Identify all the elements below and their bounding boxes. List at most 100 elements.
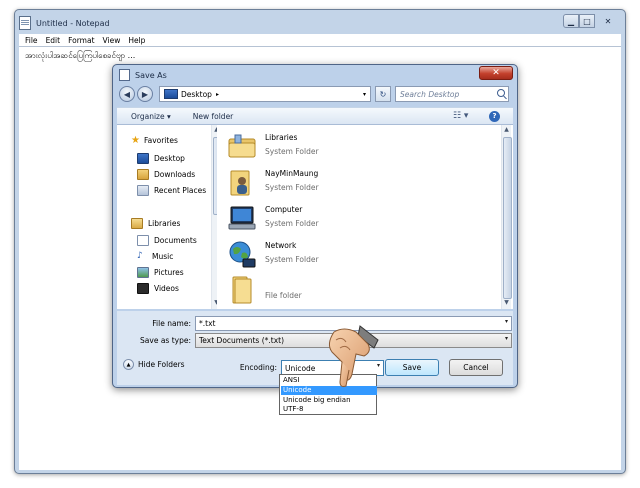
encoding-label: Encoding:: [239, 363, 277, 372]
menu-file[interactable]: File: [25, 36, 38, 45]
close-button[interactable]: ✕: [595, 14, 621, 28]
back-arrow-icon: ◀: [123, 89, 131, 99]
nav-favorites[interactable]: ★ Favorites: [131, 135, 178, 146]
address-row: ◀ ▶ Desktop ▸ ▾ ↻ Search Desktop: [117, 85, 513, 105]
folder-icon: [232, 276, 252, 304]
maximize-button[interactable]: □: [579, 14, 595, 28]
encoding-option-unicode-big-endian[interactable]: Unicode big endian: [281, 396, 377, 405]
address-bar[interactable]: Desktop ▸ ▾: [159, 86, 371, 102]
menu-help[interactable]: Help: [128, 36, 145, 45]
navigation-pane: ★ Favorites Desktop Downloads Recent Pla…: [117, 125, 222, 309]
save-button[interactable]: Save: [385, 359, 439, 376]
file-name-label: File name:: [152, 319, 191, 328]
nav-recent-places-label: Recent Places: [154, 186, 207, 195]
nav-videos-label: Videos: [154, 284, 179, 293]
hide-folders-label: Hide Folders: [138, 360, 185, 369]
file-list: Libraries System Folder NayMinMaung Syst…: [217, 125, 513, 309]
close-icon: ✕: [492, 68, 500, 78]
save-as-dialog: Save As ✕ ◀ ▶ Desktop ▸ ▾ ↻ Search Deskt…: [112, 64, 518, 388]
organize-button[interactable]: Organize ▾: [131, 112, 171, 121]
user-folder-icon: [230, 170, 250, 196]
refresh-button[interactable]: ↻: [375, 86, 391, 102]
nav-videos[interactable]: Videos: [137, 283, 179, 294]
nav-downloads-label: Downloads: [154, 170, 196, 179]
network-icon: [229, 241, 256, 268]
nav-libraries[interactable]: Libraries: [131, 218, 180, 229]
save-as-type-label: Save as type:: [140, 336, 191, 345]
notepad-title: Untitled - Notepad: [36, 18, 110, 28]
hide-folders-button[interactable]: ▲ Hide Folders: [123, 359, 185, 370]
dialog-toolbar: Organize ▾ New folder ☷ ▾ ?: [117, 107, 513, 125]
list-item-folder[interactable]: File folder: [227, 275, 477, 307]
search-input[interactable]: Search Desktop: [395, 86, 509, 102]
downloads-icon: [137, 169, 149, 180]
dialog-close-button[interactable]: ✕: [479, 66, 513, 80]
save-as-type-value: Text Documents (*.txt): [199, 336, 285, 345]
star-icon: ★: [131, 135, 140, 146]
menu-edit[interactable]: Edit: [46, 36, 61, 45]
dialog-titlebar: Save As: [119, 68, 167, 82]
search-placeholder: Search Desktop: [400, 89, 460, 99]
dialog-title: Save As: [135, 70, 167, 80]
forward-arrow-icon: ▶: [141, 89, 149, 99]
file-name-dropdown-icon[interactable]: ▾: [505, 318, 508, 325]
notepad-icon: [19, 16, 31, 30]
address-dropdown-icon[interactable]: ▾: [363, 91, 366, 98]
file-list-scroll-thumb[interactable]: [503, 137, 512, 299]
refresh-icon: ↻: [379, 89, 387, 99]
item-type: File folder: [265, 291, 302, 300]
list-item-user-folder[interactable]: NayMinMaung System Folder: [227, 167, 477, 199]
documents-icon: [137, 235, 149, 246]
videos-icon: [137, 283, 149, 294]
nav-libraries-label: Libraries: [148, 219, 181, 228]
new-folder-button[interactable]: New folder: [193, 112, 234, 121]
nav-pictures-label: Pictures: [154, 268, 184, 277]
cancel-button[interactable]: Cancel: [449, 359, 503, 376]
menu-view[interactable]: View: [103, 36, 121, 45]
nav-music-label: Music: [152, 251, 174, 261]
encoding-value: Unicode: [285, 363, 316, 373]
minimize-button[interactable]: ▁: [563, 14, 579, 28]
back-button[interactable]: ◀: [119, 86, 135, 102]
music-icon: ♪: [137, 251, 143, 261]
search-icon[interactable]: [497, 89, 505, 97]
address-location: Desktop: [181, 89, 212, 99]
view-options-icon[interactable]: ☷ ▾: [453, 111, 468, 121]
nav-downloads[interactable]: Downloads: [137, 169, 195, 180]
maximize-icon: □: [583, 16, 591, 26]
encoding-option-utf8[interactable]: UTF-8: [281, 405, 377, 414]
collapse-icon: ▲: [123, 359, 134, 370]
nav-favorites-label: Favorites: [143, 136, 178, 145]
hand-pointer-icon: [328, 325, 379, 387]
nav-desktop[interactable]: Desktop: [137, 153, 185, 164]
save-as-icon: [119, 69, 130, 81]
nav-recent-places[interactable]: Recent Places: [137, 185, 206, 196]
list-item-computer[interactable]: Computer System Folder: [227, 203, 477, 235]
item-name: Computer: [265, 205, 303, 214]
pictures-icon: [137, 267, 149, 278]
scroll-down-icon[interactable]: ▼: [502, 299, 511, 307]
computer-icon: [228, 206, 256, 230]
list-item-network[interactable]: Network System Folder: [227, 239, 477, 271]
minimize-icon: ▁: [567, 16, 575, 26]
breadcrumb-arrow-icon: ▸: [215, 90, 219, 98]
help-icon[interactable]: ?: [489, 110, 500, 122]
nav-desktop-label: Desktop: [154, 154, 185, 163]
menu-format[interactable]: Format: [68, 36, 94, 45]
libraries-icon: [228, 134, 256, 158]
nav-documents[interactable]: Documents: [137, 235, 197, 246]
item-type: System Folder: [265, 183, 319, 192]
item-type: System Folder: [265, 147, 319, 156]
list-item-libraries[interactable]: Libraries System Folder: [227, 131, 477, 163]
recent-places-icon: [137, 185, 149, 196]
save-as-type-dropdown-icon[interactable]: ▾: [505, 335, 508, 342]
forward-button[interactable]: ▶: [137, 86, 153, 102]
file-list-scrollbar[interactable]: ▲ ▼: [501, 125, 512, 309]
nav-pictures[interactable]: Pictures: [137, 267, 184, 278]
item-name: Libraries: [265, 133, 298, 142]
scroll-up-icon[interactable]: ▲: [502, 126, 511, 134]
item-name: Network: [265, 241, 297, 250]
notepad-content: အားလုံးပါအဆင်ပြေကြပါစေခင်ဗျာ ...: [25, 51, 136, 60]
nav-music[interactable]: ♪ Music: [137, 251, 173, 261]
desktop-icon: [164, 89, 178, 99]
